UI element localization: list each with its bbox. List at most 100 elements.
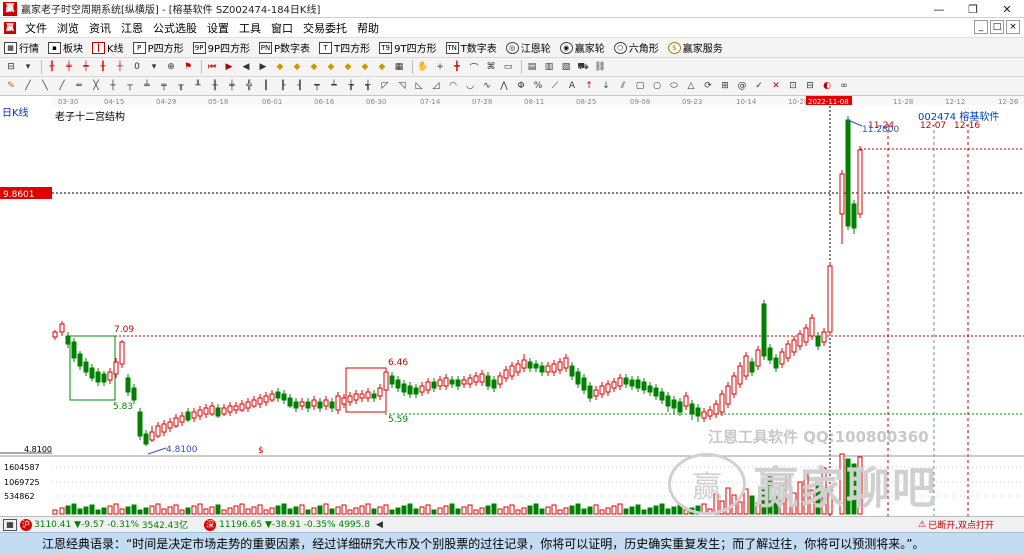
- fan-4-icon[interactable]: ◿: [429, 79, 443, 93]
- draw-line-19-icon[interactable]: ┷: [327, 79, 341, 93]
- flag-icon[interactable]: ⚑: [181, 60, 195, 74]
- mdi-close-button[interactable]: ×: [1006, 20, 1020, 34]
- mdi-minimize-button[interactable]: _: [974, 20, 988, 34]
- kline-chart[interactable]: 03-30 04-15 04-29 05-18 06-01 06-16 06-30 07-14…: [0, 96, 1024, 516]
- diamond-6-icon[interactable]: ◆: [358, 60, 372, 74]
- diamond-4-icon[interactable]: ◆: [324, 60, 338, 74]
- toolbar-sectors-button[interactable]: ▪ 板块: [48, 40, 83, 55]
- toolbar-t-square-button[interactable]: T T四方形: [319, 40, 370, 55]
- rectangle-icon[interactable]: ▭: [501, 60, 515, 74]
- period-label[interactable]: 日K线: [2, 104, 29, 119]
- draw-line-1-icon[interactable]: ╱: [21, 79, 35, 93]
- bar-marker-icon[interactable]: ╋: [450, 60, 464, 74]
- scroll-left-icon[interactable]: ◀: [376, 520, 383, 530]
- hand-icon[interactable]: ✋: [416, 60, 430, 74]
- channel-icon[interactable]: ⫽: [616, 79, 630, 93]
- percent-icon[interactable]: %: [531, 79, 545, 93]
- candle-pattern-2-icon[interactable]: ╪: [62, 60, 76, 74]
- down-arrow-icon[interactable]: ↓: [599, 79, 613, 93]
- draw-line-10-icon[interactable]: ╥: [174, 79, 188, 93]
- diamond-7-icon[interactable]: ◆: [375, 60, 389, 74]
- delete-icon[interactable]: ✕: [769, 79, 783, 93]
- candle-pattern-5-icon[interactable]: ┼: [113, 60, 127, 74]
- arc-2-icon[interactable]: ◠: [446, 79, 460, 93]
- draw-line-2-icon[interactable]: ╲: [38, 79, 52, 93]
- close-button[interactable]: ✕: [990, 0, 1024, 18]
- diamond-2-icon[interactable]: ◆: [290, 60, 304, 74]
- layout-icon[interactable]: ⊟: [4, 60, 18, 74]
- draw-line-18-icon[interactable]: ┯: [310, 79, 324, 93]
- mdi-restore-button[interactable]: □: [990, 20, 1004, 34]
- menu-info[interactable]: 资讯: [84, 20, 116, 36]
- dropdown2-icon[interactable]: ▾: [147, 60, 161, 74]
- candle-pattern-1-icon[interactable]: ╫: [45, 60, 59, 74]
- crosshair-icon[interactable]: +: [433, 60, 447, 74]
- circle-icon[interactable]: ○: [650, 79, 664, 93]
- color-icon[interactable]: ◐: [820, 79, 834, 93]
- kline-chart-area[interactable]: 03-30 04-15 04-29 05-18 06-01 06-16 06-30 07-14…: [0, 96, 1024, 516]
- menu-help[interactable]: 帮助: [352, 20, 384, 36]
- toolbar-p-number-button[interactable]: PN P数字表: [259, 40, 310, 55]
- calendar-2-icon[interactable]: ▥: [542, 60, 556, 74]
- fan-2-icon[interactable]: ◹: [395, 79, 409, 93]
- toolbar-p-square-button[interactable]: P P四方形: [132, 40, 184, 55]
- draw-line-3-icon[interactable]: ╱: [55, 79, 69, 93]
- ellipse-icon[interactable]: ⬭: [667, 79, 681, 93]
- draw-line-11-icon[interactable]: ╨: [191, 79, 205, 93]
- toolbar-service-button[interactable]: $ 赢家服务: [667, 40, 723, 55]
- draw-line-16-icon[interactable]: ┠: [276, 79, 290, 93]
- fan-3-icon[interactable]: ◺: [412, 79, 426, 93]
- toolbar-winner-wheel-button[interactable]: ◉ 赢家轮: [559, 40, 605, 55]
- draw-line-9-icon[interactable]: ╤: [157, 79, 171, 93]
- draw-line-8-icon[interactable]: ╧: [140, 79, 154, 93]
- box-icon[interactable]: ▢: [633, 79, 647, 93]
- draw-line-21-icon[interactable]: ╅: [361, 79, 375, 93]
- infinity-icon[interactable]: ∞: [837, 79, 851, 93]
- diamond-3-icon[interactable]: ◆: [307, 60, 321, 74]
- up-arrow-icon[interactable]: ↑: [582, 79, 596, 93]
- toolbar-9p-square-button[interactable]: 9P 9P四方形: [192, 40, 250, 55]
- menu-gann[interactable]: 江恩: [116, 20, 148, 36]
- app-menu-icon[interactable]: 赢: [4, 21, 16, 34]
- fan-1-icon[interactable]: ◸: [378, 79, 392, 93]
- triangle-icon[interactable]: △: [684, 79, 698, 93]
- speed-line-icon[interactable]: ⟋: [548, 79, 562, 93]
- menu-browse[interactable]: 浏览: [52, 20, 84, 36]
- mark-icon[interactable]: ✓: [752, 79, 766, 93]
- draw-line-4-icon[interactable]: ═: [72, 79, 86, 93]
- draw-line-6-icon[interactable]: ┼: [106, 79, 120, 93]
- number-zero-icon[interactable]: 0: [130, 60, 144, 74]
- grid-select-icon[interactable]: ▦: [392, 60, 406, 74]
- pencil-icon[interactable]: ✎: [4, 79, 18, 93]
- step-back-icon[interactable]: ◀: [239, 60, 253, 74]
- spiral-icon[interactable]: @: [735, 79, 749, 93]
- diamond-5-icon[interactable]: ◆: [341, 60, 355, 74]
- cycle-icon[interactable]: ⟳: [701, 79, 715, 93]
- draw-line-15-icon[interactable]: ┃: [259, 79, 273, 93]
- draw-line-17-icon[interactable]: ┨: [293, 79, 307, 93]
- calendar-3-icon[interactable]: ▧: [559, 60, 573, 74]
- menu-file[interactable]: 文件: [20, 20, 52, 36]
- arc-3-icon[interactable]: ◡: [463, 79, 477, 93]
- draw-line-12-icon[interactable]: ╫: [208, 79, 222, 93]
- draw-line-7-icon[interactable]: ┬: [123, 79, 137, 93]
- first-bar-icon[interactable]: ⏮: [205, 60, 219, 74]
- menu-trade[interactable]: 交易委托: [298, 20, 352, 36]
- step-forward-icon[interactable]: ▶: [256, 60, 270, 74]
- table-icon[interactable]: ⊟: [803, 79, 817, 93]
- text-icon[interactable]: A: [565, 79, 579, 93]
- menu-settings[interactable]: 设置: [202, 20, 234, 36]
- lock-icon[interactable]: ⊡: [786, 79, 800, 93]
- ticker-scrollbar[interactable]: [387, 520, 907, 530]
- candle-pattern-4-icon[interactable]: ╂: [96, 60, 110, 74]
- draw-line-20-icon[interactable]: ╆: [344, 79, 358, 93]
- diamond-1-icon[interactable]: ◆: [273, 60, 287, 74]
- minimize-button[interactable]: —: [922, 0, 956, 18]
- zoom-icon[interactable]: ⊕: [164, 60, 178, 74]
- car-icon[interactable]: ⛟: [576, 60, 590, 74]
- zigzag-icon[interactable]: ⋀: [497, 79, 511, 93]
- toolbar-kline-button[interactable]: ┃ K线: [92, 40, 124, 55]
- toolbar-9t-square-button[interactable]: T9 9T四方形: [379, 40, 437, 55]
- status-grid-icon[interactable]: ▦: [3, 518, 17, 531]
- calendar-1-icon[interactable]: ▤: [525, 60, 539, 74]
